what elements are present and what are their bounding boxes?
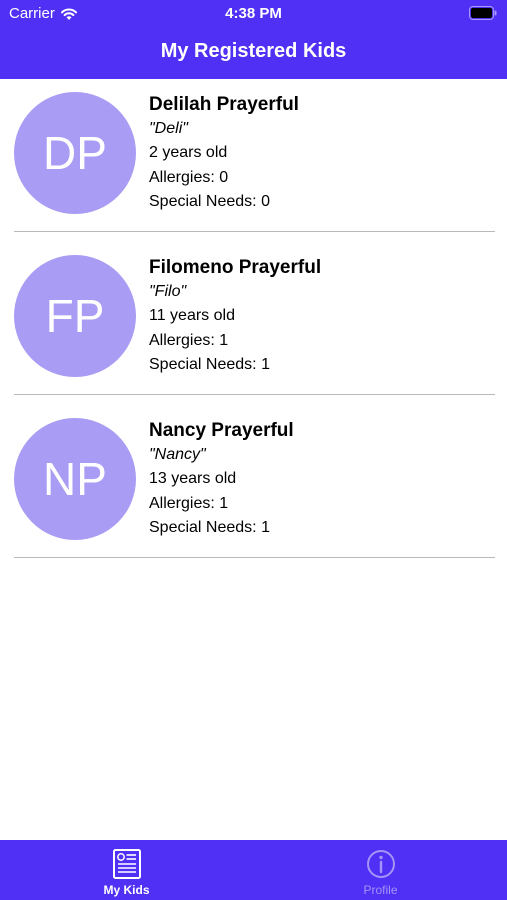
navigation-header: Carrier 4:38 PM My Registered Kids — [0, 0, 507, 79]
tab-my-kids[interactable]: My Kids — [0, 840, 253, 900]
kid-details: Delilah Prayerful "Deli" 2 years old All… — [149, 93, 299, 215]
info-icon — [366, 850, 395, 878]
kid-row-filomeno[interactable]: FP Filomeno Prayerful "Filo" 11 years ol… — [0, 242, 507, 405]
avatar: FP — [14, 255, 136, 377]
status-bar: Carrier 4:38 PM — [0, 0, 507, 28]
kid-special-needs: Special Needs: 0 — [149, 193, 270, 210]
tab-label-profile: Profile — [363, 883, 398, 897]
kid-special-needs: Special Needs: 1 — [149, 356, 270, 373]
kid-row-delilah[interactable]: DP Delilah Prayerful "Deli" 2 years old … — [0, 79, 507, 242]
kid-name: Nancy Prayerful — [149, 420, 294, 441]
kid-age: 13 years old — [149, 470, 237, 487]
kid-name: Filomeno Prayerful — [149, 257, 322, 278]
kid-name: Delilah Prayerful — [149, 94, 299, 115]
tab-bar: My Kids Profile — [0, 840, 507, 900]
kid-nickname: "Nancy" — [149, 446, 206, 463]
kid-allergies: Allergies: 1 — [149, 331, 229, 349]
battery-icon — [469, 6, 497, 20]
avatar: DP — [14, 92, 136, 214]
kid-allergies: Allergies: 1 — [149, 494, 229, 512]
page-title: My Registered Kids — [160, 40, 347, 62]
tab-label-my-kids: My Kids — [103, 883, 150, 897]
kid-row-nancy[interactable]: NP Nancy Prayerful "Nancy" 13 years old … — [0, 405, 507, 568]
kids-list: DP Delilah Prayerful "Deli" 2 years old … — [0, 79, 507, 568]
kid-nickname: "Filo" — [149, 283, 187, 300]
status-time: 4:38 PM — [225, 5, 282, 22]
tab-profile[interactable]: Profile — [254, 840, 507, 900]
row-divider — [14, 394, 495, 395]
kid-age: 11 years old — [149, 307, 235, 324]
row-divider — [14, 231, 495, 232]
kid-nickname: "Deli" — [149, 120, 188, 137]
kid-special-needs: Special Needs: 1 — [149, 519, 270, 536]
kid-age: 2 years old — [149, 144, 228, 161]
row-divider — [14, 557, 495, 558]
kid-details: Filomeno Prayerful "Filo" 11 years old A… — [149, 256, 321, 378]
kid-details: Nancy Prayerful "Nancy" 13 years old All… — [149, 419, 294, 541]
kid-allergies: Allergies: 0 — [149, 168, 229, 186]
avatar: NP — [14, 418, 136, 540]
newspaper-icon — [112, 849, 141, 879]
